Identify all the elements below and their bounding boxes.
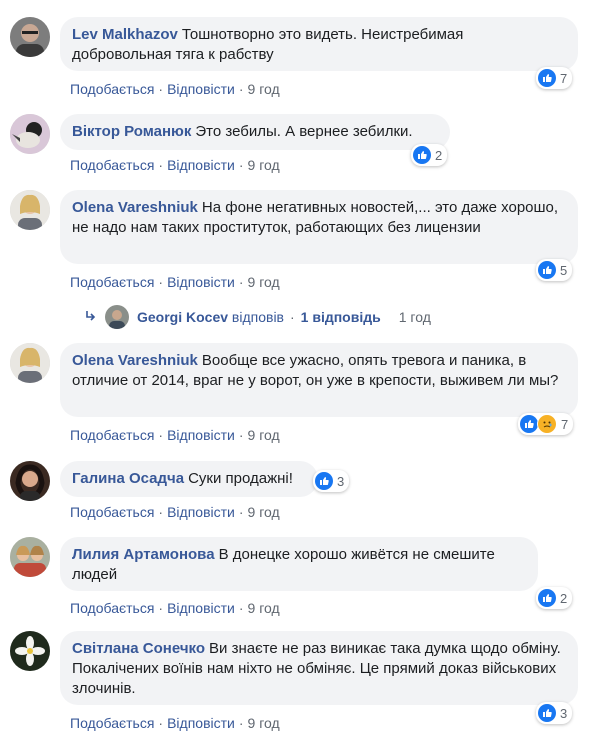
like-link[interactable]: Подобається bbox=[70, 274, 154, 290]
reaction-number: 5 bbox=[560, 262, 568, 278]
reaction-number: 3 bbox=[560, 705, 568, 721]
avatar[interactable] bbox=[10, 461, 50, 501]
like-link[interactable]: Подобається bbox=[70, 600, 154, 616]
comment-bubble: Галина Осадча Суки продажні! bbox=[60, 461, 318, 497]
separator: · bbox=[158, 274, 164, 290]
comment-author[interactable]: Лилия Артамонова bbox=[72, 546, 215, 563]
comment-author[interactable]: Olena Vareshniuk bbox=[72, 199, 198, 216]
reaction-count[interactable]: 2 bbox=[411, 144, 448, 166]
comment-actions: Подобається · Відповісти · 9 год bbox=[70, 714, 280, 732]
like-link[interactable]: Подобається bbox=[70, 715, 154, 731]
comment-actions: Подобається · Відповісти · 9 год bbox=[70, 80, 280, 98]
thumbs-up-icon bbox=[413, 146, 431, 164]
comment-time[interactable]: 9 год bbox=[248, 504, 280, 520]
comment-bubble: Olena Vareshniuk Вообще все ужасно, опять… bbox=[60, 343, 578, 417]
separator: · bbox=[238, 600, 244, 616]
separator: · bbox=[158, 81, 164, 97]
comment-time[interactable]: 9 год bbox=[248, 274, 280, 290]
comment-bubble: Lev Malkhazov Тошнотворно это видеть. Неи… bbox=[60, 17, 578, 71]
avatar[interactable] bbox=[105, 305, 129, 329]
like-link[interactable]: Подобається bbox=[70, 427, 154, 443]
separator: · bbox=[158, 715, 164, 731]
reply-link[interactable]: Відповісти bbox=[167, 427, 235, 443]
separator: · bbox=[158, 427, 164, 443]
reply-link[interactable]: Відповісти bbox=[167, 600, 235, 616]
reply-link[interactable]: Відповісти bbox=[167, 274, 235, 290]
comment-actions: Подобається · Відповісти · 9 год bbox=[70, 503, 280, 521]
thumbs-up-icon bbox=[520, 415, 538, 433]
reply-link[interactable]: Відповісти bbox=[167, 504, 235, 520]
separator: · bbox=[238, 81, 244, 97]
reaction-count[interactable]: 7 bbox=[536, 67, 573, 89]
thumbs-up-icon bbox=[538, 69, 556, 87]
comment-bubble: Світлана Сонечко Ви знаєте не раз виникає… bbox=[60, 631, 578, 705]
comment-author[interactable]: Olena Vareshniuk bbox=[72, 352, 198, 369]
reply-link[interactable]: Відповісти bbox=[167, 157, 235, 173]
separator: · bbox=[238, 157, 244, 173]
comment-actions: Подобається · Відповісти · 9 год bbox=[70, 599, 280, 617]
comment-actions: Подобається · Відповісти · 9 год bbox=[70, 426, 280, 444]
separator: · bbox=[238, 427, 244, 443]
comment-time[interactable]: 9 год bbox=[248, 81, 280, 97]
avatar[interactable] bbox=[10, 17, 50, 57]
thumbs-up-icon bbox=[538, 589, 556, 607]
reply-link[interactable]: Відповісти bbox=[167, 81, 235, 97]
avatar[interactable] bbox=[10, 631, 50, 671]
reply-time: 1 год bbox=[398, 309, 431, 325]
like-link[interactable]: Подобається bbox=[70, 157, 154, 173]
thumbs-up-icon bbox=[315, 472, 333, 490]
reaction-count[interactable]: 3 bbox=[536, 702, 573, 724]
reply-count-link[interactable]: 1 відповідь bbox=[301, 309, 381, 325]
reply-verb: відповів bbox=[231, 309, 284, 325]
avatar[interactable] bbox=[10, 537, 50, 577]
like-link[interactable]: Подобається bbox=[70, 81, 154, 97]
comment-author[interactable]: Галина Осадча bbox=[72, 470, 184, 487]
comment-time[interactable]: 9 год bbox=[248, 600, 280, 616]
separator: · bbox=[238, 715, 244, 731]
comment-actions: Подобається · Відповісти · 9 год bbox=[70, 273, 280, 291]
avatar[interactable] bbox=[10, 114, 50, 154]
reaction-count[interactable]: 7 bbox=[518, 413, 574, 435]
sad-face-icon bbox=[537, 414, 557, 434]
separator: · bbox=[158, 157, 164, 173]
reaction-count[interactable]: 5 bbox=[536, 259, 573, 281]
like-link[interactable]: Подобається bbox=[70, 504, 154, 520]
comment-author[interactable]: Lev Malkhazov bbox=[72, 26, 178, 43]
comment-time[interactable]: 9 год bbox=[248, 427, 280, 443]
reaction-count[interactable]: 2 bbox=[536, 587, 573, 609]
separator: · bbox=[158, 600, 164, 616]
reaction-count[interactable]: 3 bbox=[313, 470, 350, 492]
comment-author[interactable]: Віктор Романюк bbox=[72, 123, 191, 140]
avatar[interactable] bbox=[10, 343, 50, 383]
separator: · bbox=[290, 309, 295, 325]
reaction-number: 7 bbox=[560, 70, 568, 86]
comment-bubble: Віктор Романюк Это зебилы. А вернее зебил… bbox=[60, 114, 450, 150]
separator: · bbox=[238, 504, 244, 520]
reaction-number: 7 bbox=[561, 416, 569, 432]
comment-time[interactable]: 9 год bbox=[248, 157, 280, 173]
separator: · bbox=[158, 504, 164, 520]
comment-bubble: Olena Vareshniuk На фоне негативных новос… bbox=[60, 190, 578, 264]
reaction-number: 2 bbox=[435, 147, 443, 163]
thumbs-up-icon bbox=[538, 261, 556, 279]
reaction-number: 3 bbox=[337, 473, 345, 489]
reply-link[interactable]: Відповісти bbox=[167, 715, 235, 731]
reaction-number: 2 bbox=[560, 590, 568, 606]
thumbs-up-icon bbox=[538, 704, 556, 722]
comment-time[interactable]: 9 год bbox=[248, 715, 280, 731]
reply-arrow-icon bbox=[85, 309, 97, 325]
comment-text: Суки продажні! bbox=[188, 470, 293, 487]
view-replies-row[interactable]: Georgi Kocev відповів · 1 відповідь 1 год bbox=[85, 303, 431, 331]
avatar[interactable] bbox=[10, 190, 50, 230]
comment-bubble: Лилия Артамонова В донецке хорошо живётся… bbox=[60, 537, 538, 591]
reply-author[interactable]: Georgi Kocev bbox=[137, 309, 228, 325]
comment-text: Это зебилы. А вернее зебилки. bbox=[195, 123, 413, 140]
comment-author[interactable]: Світлана Сонечко bbox=[72, 640, 205, 657]
separator: · bbox=[238, 274, 244, 290]
comment-actions: Подобається · Відповісти · 9 год bbox=[70, 156, 280, 174]
